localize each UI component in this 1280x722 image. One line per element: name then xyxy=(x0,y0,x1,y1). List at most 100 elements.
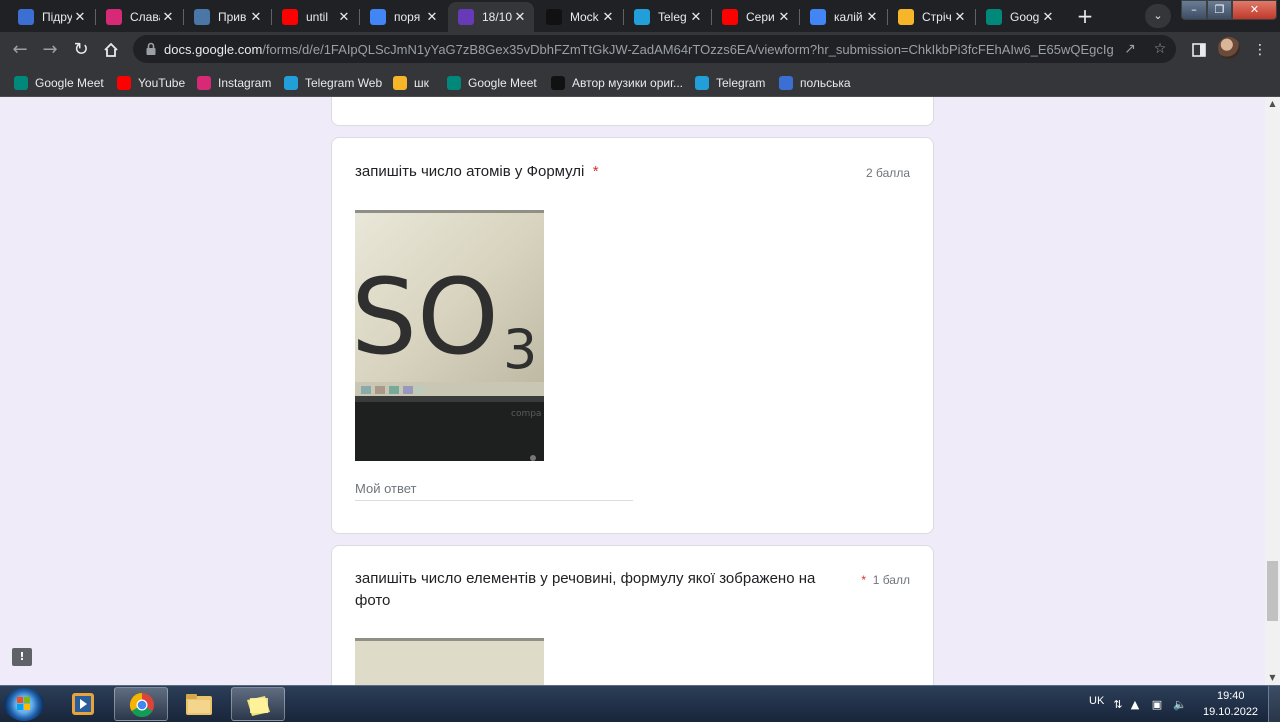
maximize-button[interactable]: ❐ xyxy=(1207,0,1232,20)
taskbar-media-player[interactable] xyxy=(56,687,110,721)
chevron-down-icon: ⌄ xyxy=(1153,9,1163,22)
formula-subscript: 3 xyxy=(503,318,537,381)
url-text: docs.google.com/forms/d/e/1FAIpQLScJmN1y… xyxy=(164,42,1114,57)
share-button[interactable]: ↗ xyxy=(1121,40,1139,58)
answer-input[interactable]: Мой ответ xyxy=(355,477,633,501)
volume-button[interactable]: 🔈 xyxy=(1173,698,1187,712)
scroll-down-button[interactable]: ▼ xyxy=(1265,671,1280,685)
ukraine-flag-icon xyxy=(18,9,34,25)
taskbar-chrome[interactable] xyxy=(114,687,168,721)
tab-1[interactable]: Слава✕ xyxy=(96,2,182,32)
more-vert-icon: ⋮ xyxy=(1253,42,1267,58)
google-icon xyxy=(810,9,826,25)
bookmark-label: Google Meet xyxy=(468,76,537,90)
bookmark-item[interactable]: Instagram xyxy=(197,73,271,93)
side-panel-icon xyxy=(1192,43,1206,57)
language-indicator[interactable]: UK xyxy=(1089,695,1104,707)
page-scrollbar[interactable]: ▲ ▼ xyxy=(1265,97,1280,685)
triangle-up-icon: ▲ xyxy=(1269,99,1276,108)
close-tab-icon[interactable]: ✕ xyxy=(864,9,880,25)
close-tab-icon[interactable]: ✕ xyxy=(776,9,792,25)
required-asterisk: * xyxy=(592,163,599,180)
url-path: /forms/d/e/1FAIpQLScJmN1yYaG7zB8Gex35vDb… xyxy=(262,42,1114,57)
chevron-up-icon: ▲ xyxy=(1130,698,1140,711)
profile-avatar[interactable] xyxy=(1218,37,1240,59)
tab-5[interactable]: 18/10 ✕ xyxy=(448,2,534,32)
google-meet-icon xyxy=(14,76,28,90)
report-feedback-button[interactable]: ! xyxy=(12,648,32,666)
bookmark-item[interactable]: шк xyxy=(393,73,429,93)
side-panel-button[interactable] xyxy=(1189,40,1209,60)
network-button[interactable]: ▣ xyxy=(1150,698,1164,712)
chrome-menu-button[interactable]: ⋮ xyxy=(1250,40,1270,60)
clock-time[interactable]: 19:40 xyxy=(1217,690,1245,702)
close-tab-icon[interactable]: ✕ xyxy=(424,9,440,25)
show-hidden-icons-button[interactable]: ▲ xyxy=(1128,698,1142,712)
close-tab-icon[interactable]: ✕ xyxy=(512,9,528,25)
telegram-icon xyxy=(284,76,298,90)
tab-title: Teleg xyxy=(658,10,687,24)
tab-4[interactable]: поря ✕ xyxy=(360,2,446,32)
bookmark-item[interactable]: Автор музики ориг... xyxy=(551,73,683,93)
bookmark-item[interactable]: Telegram Web xyxy=(284,73,382,93)
tab-11[interactable]: Goog ✕ xyxy=(976,2,1062,32)
bookmark-label: польська xyxy=(800,76,851,90)
ukraine-flag-icon xyxy=(779,76,793,90)
scrollbar-thumb[interactable] xyxy=(1267,561,1278,621)
tab-0[interactable]: Підру ✕ xyxy=(8,2,94,32)
tab-10[interactable]: Стріч ✕ xyxy=(888,2,974,32)
google-classroom-icon xyxy=(393,76,407,90)
bookmark-item[interactable]: Telegram xyxy=(695,73,765,93)
tab-search-button[interactable]: ⌄ xyxy=(1145,4,1171,28)
close-tab-icon[interactable]: ✕ xyxy=(160,9,176,25)
bookmark-item[interactable]: Google Meet xyxy=(14,73,104,93)
close-icon: ✕ xyxy=(1249,3,1260,16)
tab-title: Сери xyxy=(746,10,775,24)
close-tab-icon[interactable]: ✕ xyxy=(688,9,704,25)
arrow-right-icon: → xyxy=(42,39,58,60)
bookmark-item[interactable]: YouTube xyxy=(117,73,185,93)
start-button[interactable] xyxy=(4,688,44,721)
minimize-button[interactable]: – xyxy=(1181,0,1207,20)
input-method-button[interactable]: ⇅ xyxy=(1111,698,1125,712)
tab-title: Goog xyxy=(1010,10,1040,24)
tab-7[interactable]: Teleg ✕ xyxy=(624,2,710,32)
lock-icon xyxy=(146,42,156,55)
close-tab-icon[interactable]: ✕ xyxy=(72,9,88,25)
new-tab-button[interactable]: + xyxy=(1073,5,1097,29)
close-tab-icon[interactable]: ✕ xyxy=(336,9,352,25)
taskbar-sticky-notes[interactable] xyxy=(231,687,285,721)
instagram-icon xyxy=(197,76,211,90)
tab-6[interactable]: Mock ✕ xyxy=(536,2,622,32)
back-button[interactable]: ← xyxy=(8,38,32,62)
bookmark-star-button[interactable]: ☆ xyxy=(1151,40,1169,58)
close-tab-icon[interactable]: ✕ xyxy=(952,9,968,25)
bookmark-label: Автор музики ориг... xyxy=(572,76,683,90)
folder-icon xyxy=(186,694,212,715)
close-tab-icon[interactable]: ✕ xyxy=(248,9,264,25)
taskbar-explorer[interactable] xyxy=(172,687,226,721)
photo-of-screen: SO 3 compa xyxy=(355,210,544,461)
forward-button[interactable]: → xyxy=(38,38,62,62)
tab-3[interactable]: until ✕ xyxy=(272,2,358,32)
home-button[interactable] xyxy=(99,38,123,62)
tab-title: калій xyxy=(834,10,863,24)
reload-icon: ↻ xyxy=(73,39,89,60)
close-tab-icon[interactable]: ✕ xyxy=(1040,9,1056,25)
scroll-up-button[interactable]: ▲ xyxy=(1265,97,1280,111)
tab-2[interactable]: Прив ✕ xyxy=(184,2,270,32)
tab-8[interactable]: Сери ✕ xyxy=(712,2,798,32)
close-window-button[interactable]: ✕ xyxy=(1232,0,1277,20)
address-bar[interactable]: docs.google.com/forms/d/e/1FAIpQLScJmN1y… xyxy=(133,35,1176,63)
bookmark-item[interactable]: Google Meet xyxy=(447,73,537,93)
tiktok-icon xyxy=(546,9,562,25)
browser-toolbar: ← → ↻ docs.google.com/forms/d/e/1FAIpQLS… xyxy=(0,32,1280,68)
reload-button[interactable]: ↻ xyxy=(69,38,93,62)
network-icon: ▣ xyxy=(1151,698,1163,711)
bookmark-item[interactable]: польська xyxy=(779,73,851,93)
show-desktop-button[interactable] xyxy=(1268,686,1280,722)
tab-9[interactable]: калій ✕ xyxy=(800,2,886,32)
clock-date[interactable]: 19.10.2022 xyxy=(1203,706,1258,718)
required-asterisk: * xyxy=(861,573,867,587)
close-tab-icon[interactable]: ✕ xyxy=(600,9,616,25)
